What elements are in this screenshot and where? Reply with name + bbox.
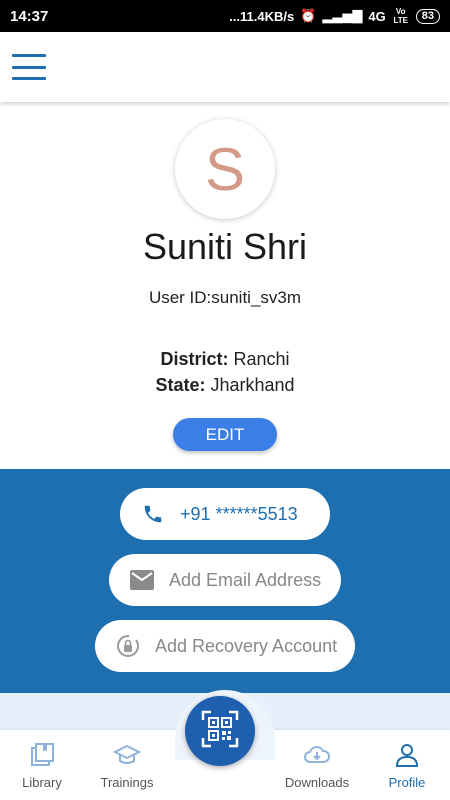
email-icon <box>129 567 155 593</box>
network-type: 4G <box>368 8 386 24</box>
add-recovery-button[interactable]: Add Recovery Account <box>95 620 355 672</box>
district-label: District: <box>160 349 229 369</box>
alarm-icon: ⏰ <box>300 8 317 23</box>
nav-library[interactable]: Library <box>0 730 87 800</box>
menu-icon[interactable] <box>12 54 46 80</box>
district-row: District: Ranchi <box>0 349 450 370</box>
app-bar <box>0 32 450 102</box>
district-value: Ranchi <box>233 349 290 369</box>
recovery-placeholder: Add Recovery Account <box>155 635 338 656</box>
nav-downloads[interactable]: Downloads <box>272 730 362 800</box>
add-email-button[interactable]: Add Email Address <box>109 554 341 606</box>
status-time: 14:37 <box>10 7 49 25</box>
nav-profile-label: Profile <box>388 774 426 790</box>
library-icon <box>28 741 56 769</box>
avatar: S <box>175 119 275 219</box>
email-placeholder: Add Email Address <box>169 569 322 590</box>
phone-number: +91 ******5513 <box>180 503 298 524</box>
nav-library-label: Library <box>22 774 62 790</box>
cloud-download-icon <box>303 741 331 769</box>
profile-section: S Suniti Shri User ID:suniti_sv3m Distri… <box>0 104 450 469</box>
nav-downloads-label: Downloads <box>284 774 350 790</box>
qr-scan-button[interactable] <box>185 696 255 766</box>
user-id: User ID:suniti_sv3m <box>148 288 302 307</box>
status-indicators: ...11.4KB/s ⏰ ▂▃▅▇ 4G Vo LTE 83 <box>229 7 440 25</box>
contact-panel: +91 ******5513 Add Email Address Add Rec… <box>0 469 450 693</box>
edit-button[interactable]: EDIT <box>173 418 277 451</box>
recovery-lock-icon <box>115 633 141 659</box>
nav-trainings-label: Trainings <box>100 774 154 790</box>
graduation-cap-icon <box>113 741 141 769</box>
signal-icon: ▂▃▅▇ <box>322 8 363 23</box>
person-icon <box>393 741 421 769</box>
nav-profile[interactable]: Profile <box>362 730 450 800</box>
phone-button[interactable]: +91 ******5513 <box>120 488 330 540</box>
network-speed: ...11.4KB/s <box>229 8 295 24</box>
user-name: Suniti Shri <box>142 226 308 267</box>
qr-code-icon <box>201 710 239 753</box>
state-row: State: Jharkhand <box>0 375 450 396</box>
state-label: State: <box>155 375 206 395</box>
state-value: Jharkhand <box>210 375 295 395</box>
phone-icon <box>140 501 166 527</box>
battery-icon: 83 <box>415 8 440 24</box>
lte-indicator: Vo LTE <box>393 7 408 25</box>
nav-trainings[interactable]: Trainings <box>82 730 172 800</box>
status-bar: 14:37 ...11.4KB/s ⏰ ▂▃▅▇ 4G Vo LTE 83 <box>0 0 450 32</box>
